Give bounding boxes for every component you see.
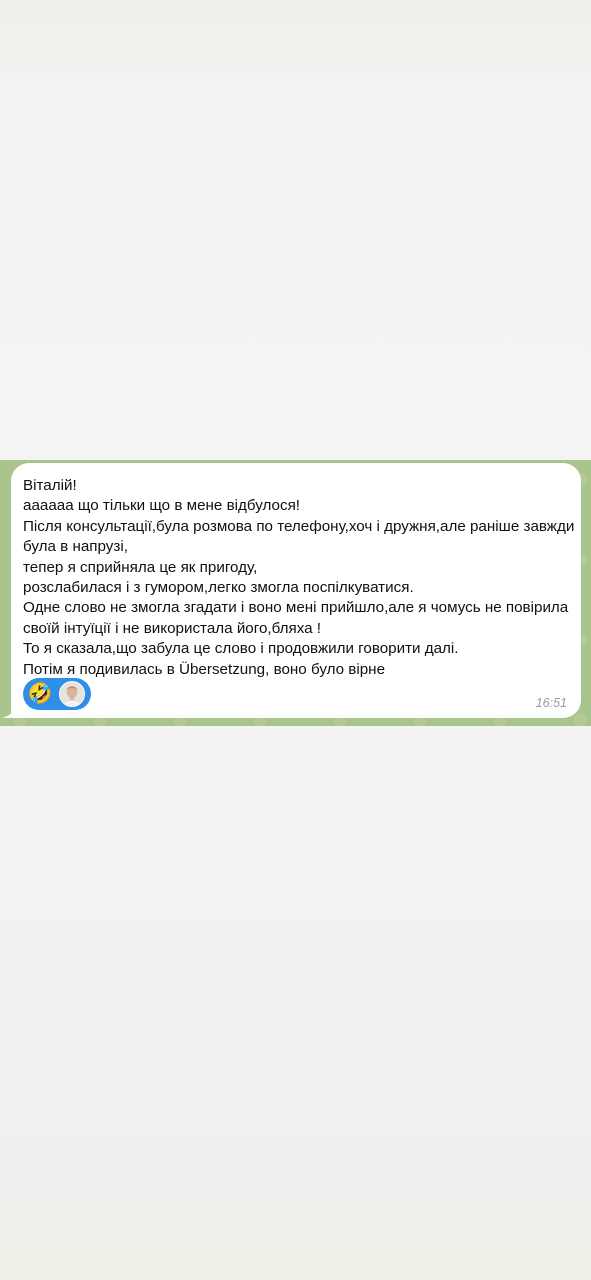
chat-area: Віталій! аааааа що тільки що в мене відб… bbox=[0, 460, 591, 726]
message-timestamp: 16:51 bbox=[535, 696, 567, 710]
message-text: Віталій! аааааа що тільки що в мене відб… bbox=[23, 477, 575, 678]
rofl-emoji-icon: 🤣 bbox=[27, 683, 53, 705]
reaction-pill[interactable]: 🤣 bbox=[23, 678, 91, 710]
reactor-avatar-icon bbox=[59, 681, 85, 707]
message-bubble[interactable]: Віталій! аааааа що тільки що в мене відб… bbox=[11, 463, 581, 718]
